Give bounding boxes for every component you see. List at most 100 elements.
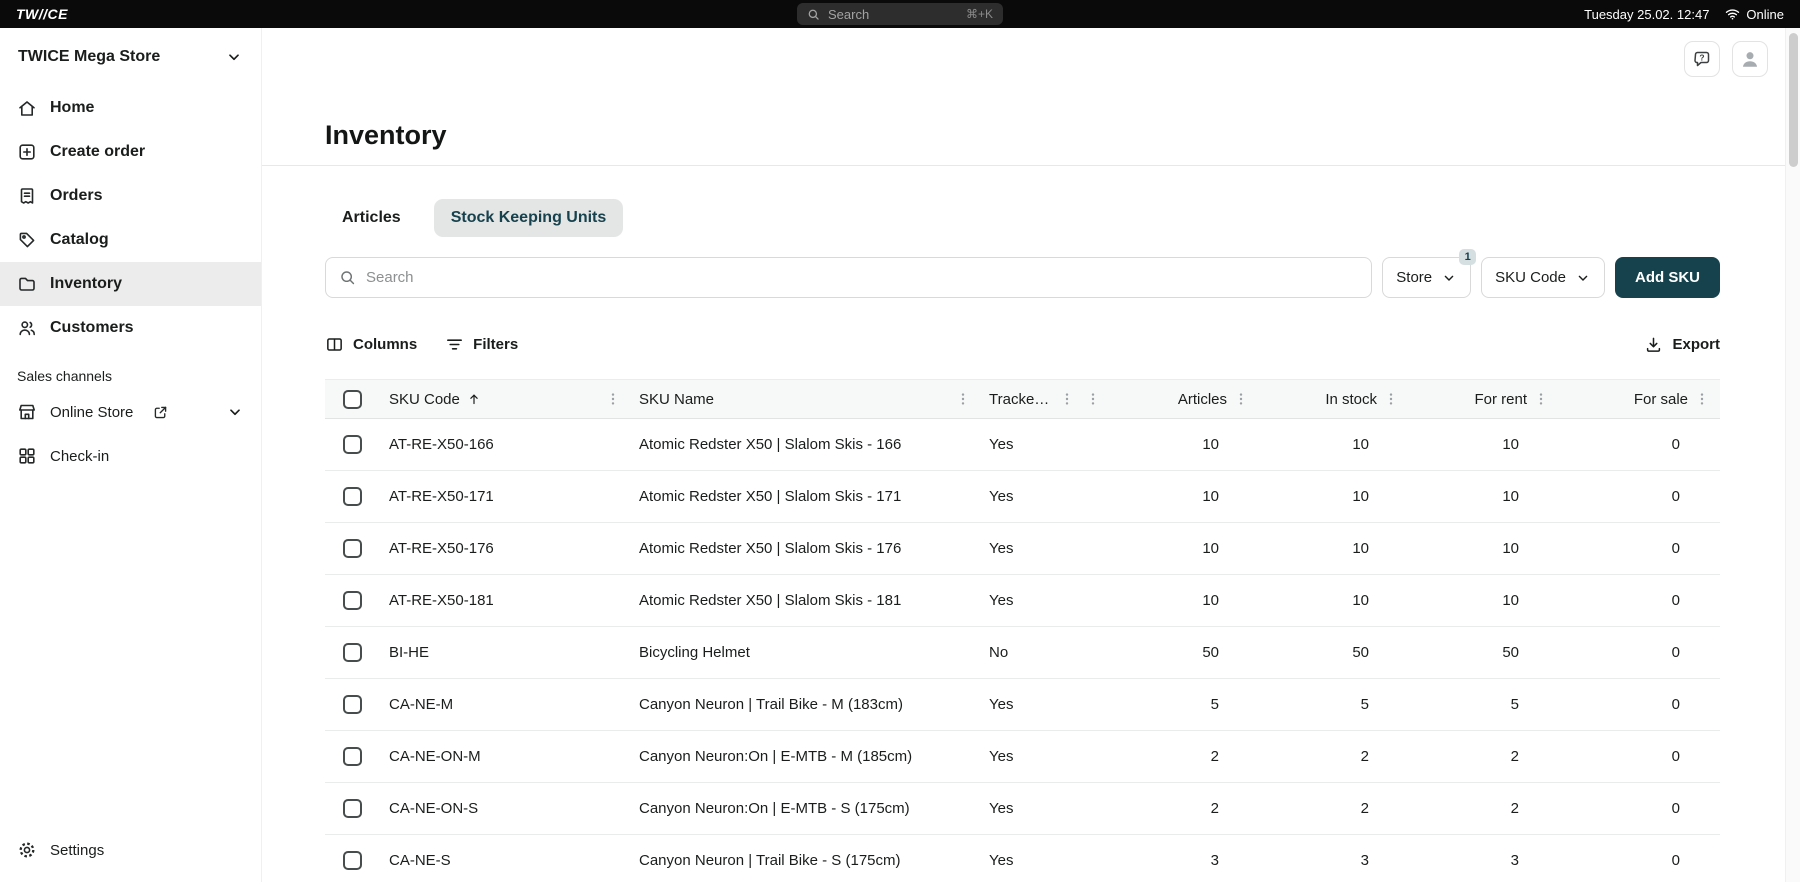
filters-button[interactable]: Filters (445, 335, 518, 354)
column-menu-icon[interactable] (605, 391, 621, 407)
scrollbar-thumb[interactable] (1789, 33, 1798, 167)
header-for-sale[interactable]: For sale (1559, 391, 1720, 408)
add-sku-button[interactable]: Add SKU (1615, 257, 1720, 298)
header-articles[interactable]: Articles (1109, 391, 1259, 408)
user-icon (1739, 48, 1761, 70)
row-checkbox-cell (325, 799, 379, 818)
header-for-rent[interactable]: For rent (1409, 391, 1559, 408)
cell-tracked: Yes (989, 852, 1014, 869)
export-button[interactable]: Export (1644, 335, 1720, 354)
chevron-down-icon[interactable] (226, 403, 244, 421)
row-checkbox[interactable] (342, 747, 362, 766)
column-menu-icon[interactable] (1085, 391, 1101, 407)
grid-icon (17, 446, 37, 466)
row-checkbox[interactable] (342, 539, 362, 558)
table-row[interactable]: AT-RE-X50-181 Atomic Redster X50 | Slalo… (325, 575, 1720, 627)
row-checkbox[interactable] (342, 591, 362, 610)
table-row[interactable]: AT-RE-X50-166 Atomic Redster X50 | Slalo… (325, 419, 1720, 471)
chevron-down-icon (1441, 270, 1457, 286)
table-row[interactable]: CA-NE-ON-M Canyon Neuron:On | E-MTB - M … (325, 731, 1720, 783)
account-button[interactable] (1732, 41, 1768, 77)
customers-icon (17, 318, 37, 338)
row-checkbox[interactable] (342, 435, 362, 454)
column-menu-icon[interactable] (1383, 391, 1399, 407)
header-label: SKU Code (389, 390, 460, 408)
column-menu-icon[interactable] (1694, 391, 1710, 407)
cell-tracked: Yes (989, 696, 1014, 713)
table-row[interactable]: BI-HE Bicycling Helmet No 50 50 50 0 (325, 627, 1720, 679)
sidebar-item-customers[interactable]: Customers (0, 306, 261, 350)
row-checkbox[interactable] (342, 799, 362, 818)
sidebar-item-home[interactable]: Home (0, 86, 261, 130)
sidebar-item-orders[interactable]: Orders (0, 174, 261, 218)
sidebar-item-create-order[interactable]: Create order (0, 130, 261, 174)
select-all-cell (325, 389, 379, 409)
column-menu-icon[interactable] (1059, 391, 1075, 407)
header-tracked[interactable]: Tracke… (979, 391, 1109, 408)
sidebar-item-check-in[interactable]: Check-in (0, 434, 261, 478)
page-title: Inventory (325, 120, 447, 150)
row-checkbox[interactable] (342, 487, 362, 506)
svg-text:?: ? (1699, 53, 1704, 63)
cell-sku-code: AT-RE-X50-166 (389, 436, 494, 453)
row-checkbox[interactable] (342, 851, 362, 870)
table-row[interactable]: CA-NE-M Canyon Neuron | Trail Bike - M (… (325, 679, 1720, 731)
table-row[interactable]: CA-NE-S Canyon Neuron | Trail Bike - S (… (325, 835, 1720, 882)
cell-sku-name: Canyon Neuron:On | E-MTB - M (185cm) (639, 748, 913, 765)
columns-button[interactable]: Columns (325, 335, 417, 354)
tab-stock-keeping-units[interactable]: Stock Keeping Units (433, 199, 624, 237)
header-sku-name[interactable]: SKU Name (629, 391, 979, 408)
cell-sku-code: CA-NE-ON-S (389, 800, 479, 817)
header-in-stock[interactable]: In stock (1259, 391, 1409, 408)
cell-for-sale: 0 (1671, 488, 1680, 505)
cell-in-stock: 5 (1360, 696, 1369, 713)
header-label: For sale (1633, 390, 1688, 408)
row-checkbox-cell (325, 487, 379, 506)
cell-in-stock: 10 (1352, 488, 1369, 505)
gear-icon (17, 840, 37, 860)
cell-articles: 10 (1202, 540, 1219, 557)
help-button[interactable]: ? (1684, 41, 1720, 77)
sidebar-item-catalog[interactable]: Catalog (0, 218, 261, 262)
header-sku-code[interactable]: SKU Code (379, 391, 629, 408)
sidebar-item-online-store[interactable]: Online Store (0, 390, 261, 434)
vertical-scrollbar[interactable] (1785, 28, 1800, 882)
row-checkbox[interactable] (342, 695, 362, 714)
table-row[interactable]: CA-NE-ON-S Canyon Neuron:On | E-MTB - S … (325, 783, 1720, 835)
sidebar-item-inventory[interactable]: Inventory (0, 262, 261, 306)
select-all-checkbox[interactable] (342, 389, 362, 409)
cell-for-rent: 50 (1502, 644, 1519, 661)
cell-sku-name: Atomic Redster X50 | Slalom Skis - 171 (639, 488, 902, 505)
tab-bar: Articles Stock Keeping Units (325, 199, 1720, 237)
home-icon (17, 98, 37, 118)
sidebar-item-settings[interactable]: Settings (0, 828, 261, 872)
cell-articles: 2 (1210, 748, 1219, 765)
cell-for-sale: 0 (1671, 852, 1680, 869)
chevron-down-icon (1575, 270, 1591, 286)
tab-articles[interactable]: Articles (325, 199, 418, 237)
filters-button-label: Filters (473, 335, 519, 353)
cell-tracked: Yes (989, 488, 1014, 505)
sidebar-item-label: Catalog (50, 231, 109, 248)
header-label: For rent (1474, 390, 1527, 408)
external-link-icon[interactable] (152, 404, 169, 421)
global-search-button[interactable]: Search ⌘+K (797, 3, 1003, 25)
row-checkbox-cell (325, 851, 379, 870)
cell-articles: 50 (1202, 644, 1219, 661)
cell-sku-code: CA-NE-ON-M (389, 748, 481, 765)
cell-sku-name: Atomic Redster X50 | Slalom Skis - 181 (639, 592, 902, 609)
column-menu-icon[interactable] (955, 391, 971, 407)
column-menu-icon[interactable] (1533, 391, 1549, 407)
table-row[interactable]: AT-RE-X50-171 Atomic Redster X50 | Slalo… (325, 471, 1720, 523)
search-icon (339, 269, 356, 286)
header-label: In stock (1325, 390, 1377, 408)
column-menu-icon[interactable] (1233, 391, 1249, 407)
store-filter-dropdown[interactable]: Store 1 (1382, 249, 1477, 298)
table-row[interactable]: AT-RE-X50-176 Atomic Redster X50 | Slalo… (325, 523, 1720, 575)
search-input[interactable] (366, 269, 1359, 286)
columns-icon (325, 335, 344, 354)
store-switcher[interactable]: TWICE Mega Store (0, 28, 261, 86)
sku-code-sort-dropdown[interactable]: SKU Code (1481, 257, 1605, 298)
cell-for-sale: 0 (1671, 540, 1680, 557)
row-checkbox[interactable] (342, 643, 362, 662)
